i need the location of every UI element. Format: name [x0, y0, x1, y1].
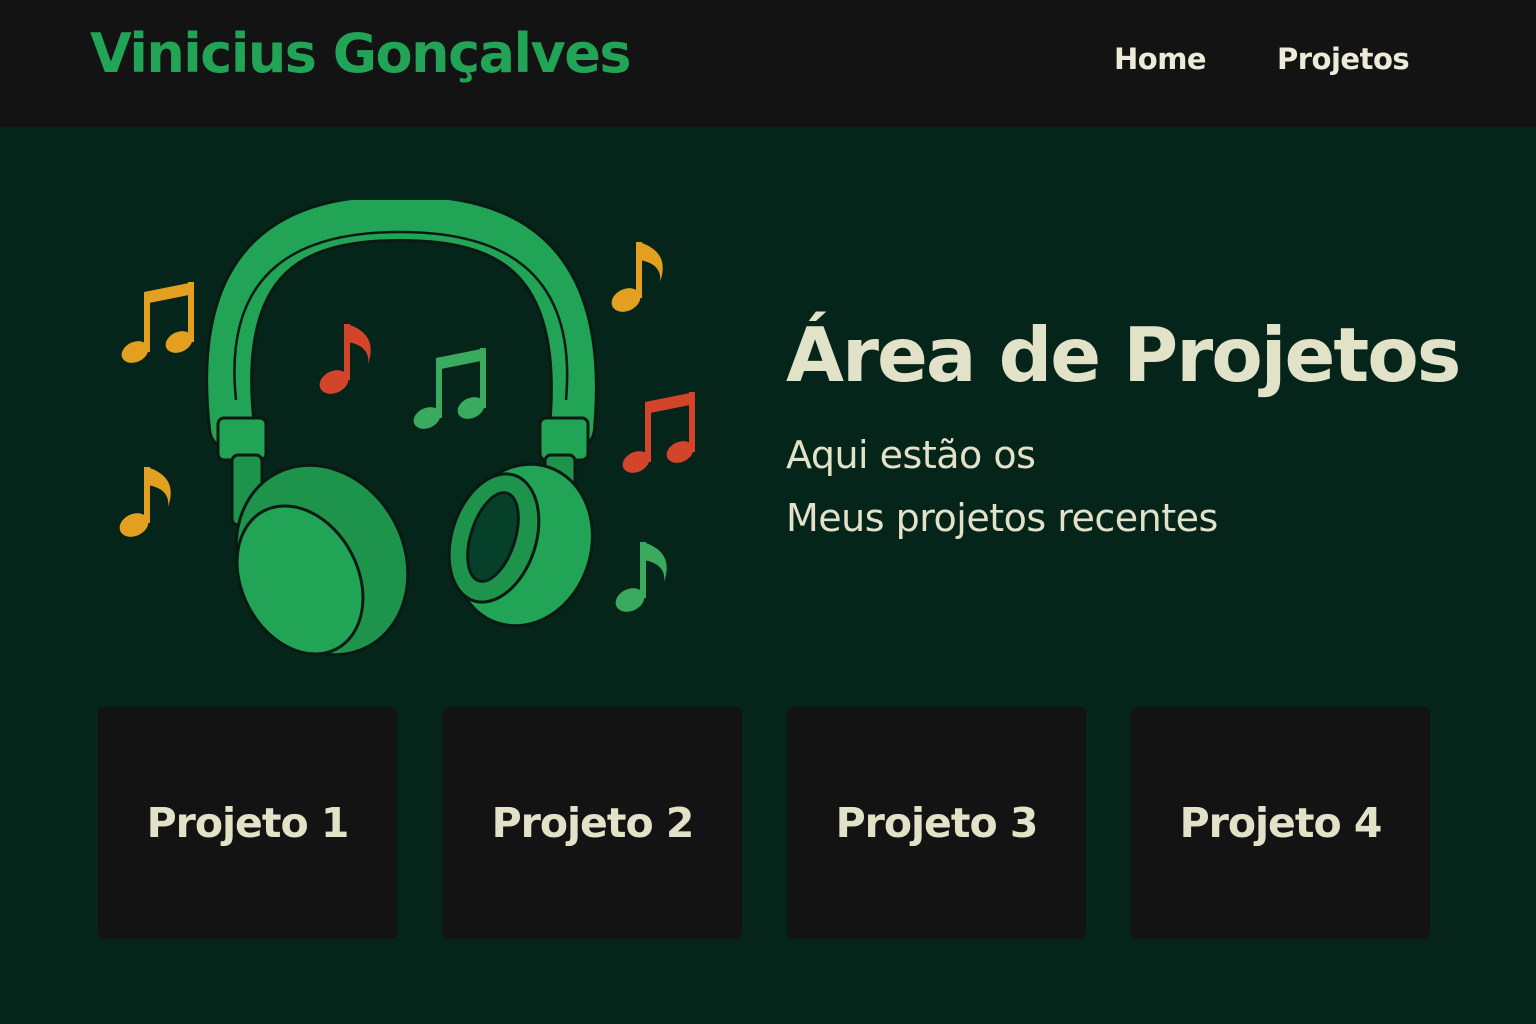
project-card-label: Projeto 4 — [1179, 799, 1383, 847]
hero-subtitle-line-2: Meus projetos recentes — [786, 496, 1218, 540]
project-card-2[interactable]: Projeto 2 — [443, 707, 742, 939]
site-header: Vinicius Gonçalves Home Projetos — [0, 0, 1536, 127]
headphones-icon — [205, 200, 598, 657]
project-card-4[interactable]: Projeto 4 — [1131, 707, 1430, 939]
project-card-label: Projeto 3 — [835, 799, 1039, 847]
nav-link-home[interactable]: Home — [1114, 42, 1207, 76]
project-card-1[interactable]: Projeto 1 — [98, 707, 397, 939]
project-card-3[interactable]: Projeto 3 — [787, 707, 1086, 939]
hero-title: Área de Projetos — [786, 311, 1461, 399]
site-brand[interactable]: Vinicius Gonçalves — [90, 22, 632, 85]
project-card-label: Projeto 1 — [146, 799, 350, 847]
hero-subtitle-line-1: Aqui estão os — [786, 433, 1036, 477]
project-card-label: Projeto 2 — [491, 799, 695, 847]
nav-link-projetos[interactable]: Projetos — [1277, 42, 1410, 76]
hero-illustration — [115, 200, 697, 657]
